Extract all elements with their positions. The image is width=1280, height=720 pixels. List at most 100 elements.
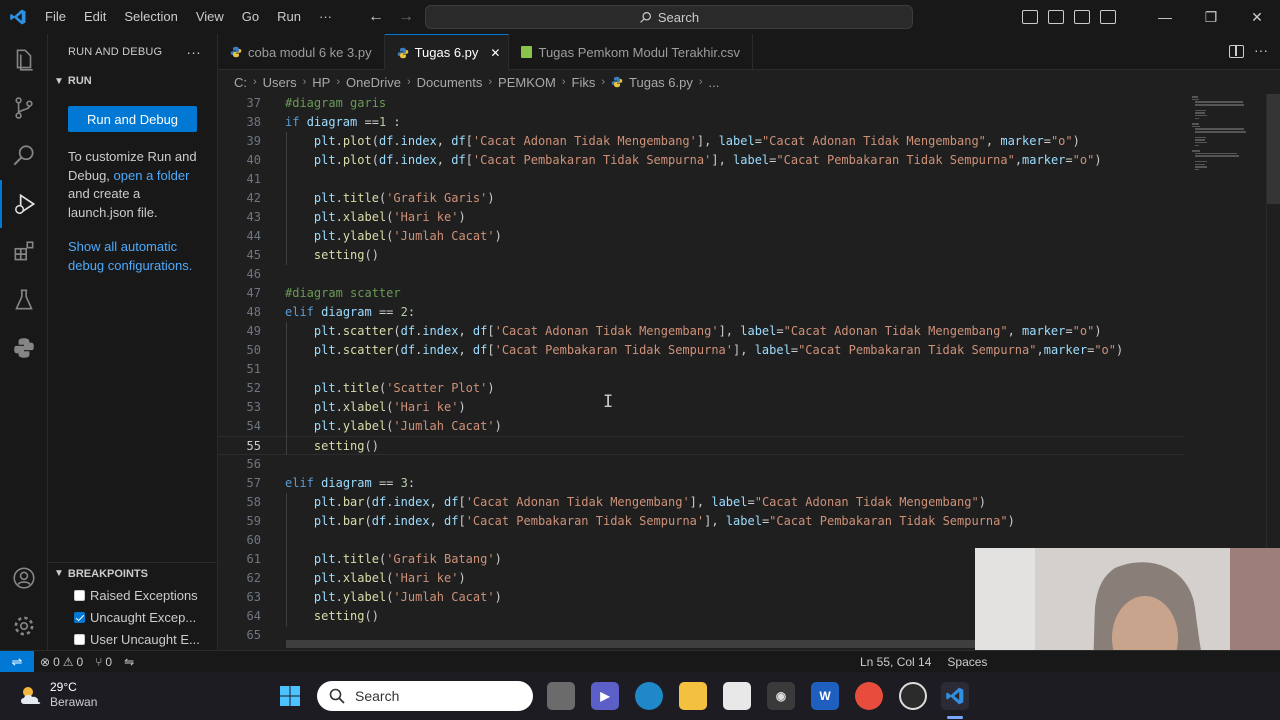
minimize-icon[interactable]: — bbox=[1142, 0, 1188, 34]
code-line[interactable]: 57 elif diagram == 3: bbox=[218, 474, 1184, 493]
breadcrumb-item[interactable]: Users bbox=[263, 75, 297, 90]
code-line[interactable]: 47 #diagram scatter bbox=[218, 284, 1184, 303]
forward-arrow-icon[interactable]: → bbox=[398, 8, 414, 26]
chrome-icon[interactable] bbox=[855, 682, 883, 710]
sidebar-more-icon[interactable]: ··· bbox=[186, 44, 201, 60]
breadcrumb-item[interactable]: PEMKOM bbox=[498, 75, 556, 90]
code-line[interactable]: 40 plt.plot(df.index, df['Cacat Pembakar… bbox=[218, 151, 1184, 170]
word-icon[interactable]: W bbox=[811, 682, 839, 710]
taskbar-search[interactable]: Search bbox=[317, 681, 533, 711]
menu-more[interactable]: ··· bbox=[310, 0, 341, 34]
file-explorer-icon[interactable] bbox=[679, 682, 707, 710]
menu-file[interactable]: File bbox=[36, 0, 75, 34]
edge-icon[interactable] bbox=[635, 682, 663, 710]
teams-icon[interactable]: ▶ bbox=[591, 682, 619, 710]
checkbox[interactable] bbox=[74, 589, 85, 601]
code-line[interactable]: 55 setting() bbox=[218, 436, 1184, 455]
toggle-primary-sidebar-icon[interactable] bbox=[1022, 10, 1038, 24]
obs-icon[interactable] bbox=[899, 682, 927, 710]
code-line[interactable]: 43 plt.xlabel('Hari ke') bbox=[218, 208, 1184, 227]
code-line[interactable]: 53 plt.xlabel('Hari ke') bbox=[218, 398, 1184, 417]
breadcrumb-item[interactable]: Fiks bbox=[572, 75, 596, 90]
cursor-position[interactable]: Ln 55, Col 14 bbox=[860, 655, 931, 669]
checkbox-checked[interactable] bbox=[74, 611, 85, 623]
run-section-header[interactable]: ▼ RUN bbox=[48, 70, 217, 92]
python-icon[interactable] bbox=[0, 324, 48, 372]
menu-selection[interactable]: Selection bbox=[115, 0, 186, 34]
code-line[interactable]: 37 #diagram garis bbox=[218, 94, 1184, 113]
accounts-icon[interactable] bbox=[0, 554, 48, 602]
problems-indicator[interactable]: ⊗ 0 ⚠ 0 bbox=[34, 655, 89, 669]
breadcrumb-item[interactable]: OneDrive bbox=[346, 75, 401, 90]
code-line[interactable]: 54 plt.ylabel('Jumlah Cacat') bbox=[218, 417, 1184, 436]
code-line[interactable]: 38 if diagram ==1 : bbox=[218, 113, 1184, 132]
open-folder-link[interactable]: open a folder bbox=[114, 168, 190, 183]
menu-view[interactable]: View bbox=[187, 0, 233, 34]
code-line[interactable]: 50 plt.scatter(df.index, df['Cacat Pemba… bbox=[218, 341, 1184, 360]
breadcrumb-item[interactable]: Documents bbox=[417, 75, 483, 90]
testing-flask-icon[interactable] bbox=[0, 276, 48, 324]
indentation[interactable]: Spaces bbox=[947, 655, 987, 669]
checkbox[interactable] bbox=[74, 633, 85, 645]
breakpoint-raised-exceptions[interactable]: Raised Exceptions bbox=[74, 584, 198, 606]
restore-icon[interactable]: ❐ bbox=[1188, 0, 1234, 34]
code-line[interactable]: 51 bbox=[218, 360, 1184, 379]
breadcrumb-item[interactable]: C: bbox=[234, 75, 247, 90]
code-line[interactable]: 49 plt.scatter(df.index, df['Cacat Adona… bbox=[218, 322, 1184, 341]
tab-coba-modul[interactable]: coba modul 6 ke 3.py bbox=[218, 34, 385, 70]
editor-more-icon[interactable]: ··· bbox=[1254, 42, 1268, 58]
weather-widget[interactable]: 29°C Berawan bbox=[18, 680, 97, 710]
remote-indicator-icon[interactable]: ⇌ bbox=[0, 650, 34, 673]
command-center-search[interactable]: Search bbox=[425, 5, 913, 29]
breadcrumb-item[interactable]: ... bbox=[709, 75, 720, 90]
breakpoints-section-header[interactable]: ▼ BREAKPOINTS bbox=[48, 562, 218, 584]
search-sidebar-icon[interactable] bbox=[0, 132, 48, 180]
tab-csv-file[interactable]: Tugas Pemkom Modul Terakhir.csv bbox=[509, 34, 754, 70]
minimap-line bbox=[1195, 104, 1245, 106]
tab-tugas-6[interactable]: Tugas 6.py ✕ bbox=[384, 34, 510, 70]
breakpoint-user-uncaught[interactable]: User Uncaught E... bbox=[74, 628, 200, 650]
code-line[interactable]: 44 plt.ylabel('Jumlah Cacat') bbox=[218, 227, 1184, 246]
extensions-icon[interactable] bbox=[0, 228, 48, 276]
toggle-secondary-sidebar-icon[interactable] bbox=[1074, 10, 1090, 24]
source-control-icon[interactable] bbox=[0, 84, 48, 132]
code-line[interactable]: 52 plt.title('Scatter Plot') bbox=[218, 379, 1184, 398]
back-arrow-icon[interactable]: ← bbox=[368, 8, 384, 26]
vscode-taskbar-icon[interactable] bbox=[941, 682, 969, 710]
ports-indicator[interactable]: ⑂ 0 bbox=[89, 655, 118, 669]
close-window-icon[interactable]: ✕ bbox=[1234, 0, 1280, 34]
breakpoint-uncaught-exceptions[interactable]: Uncaught Excep... bbox=[74, 606, 196, 628]
explorer-icon[interactable] bbox=[0, 36, 48, 84]
customize-layout-icon[interactable] bbox=[1100, 10, 1116, 24]
toggle-panel-icon[interactable] bbox=[1048, 10, 1064, 24]
microsoft-store-icon[interactable] bbox=[723, 682, 751, 710]
run-and-debug-icon[interactable] bbox=[0, 180, 48, 228]
scrollbar-thumb[interactable] bbox=[1267, 94, 1280, 204]
menu-go[interactable]: Go bbox=[233, 0, 268, 34]
code-line[interactable]: 46 bbox=[218, 265, 1184, 284]
code-line[interactable]: 59 plt.bar(df.index, df['Cacat Pembakara… bbox=[218, 512, 1184, 531]
menu-edit[interactable]: Edit bbox=[75, 0, 115, 34]
breadcrumb-item[interactable]: Tugas 6.py bbox=[629, 75, 693, 90]
debug-launch-icon[interactable]: ⇋ bbox=[118, 655, 140, 669]
csv-file-icon bbox=[521, 46, 533, 58]
indent-guide bbox=[286, 132, 287, 265]
code-line[interactable]: 39 plt.plot(df.index, df['Cacat Adonan T… bbox=[218, 132, 1184, 151]
windows-start-icon[interactable] bbox=[276, 682, 304, 710]
show-debug-configs-link[interactable]: Show all automatic debug configurations. bbox=[68, 238, 205, 275]
camera-icon[interactable]: ◉ bbox=[767, 682, 795, 710]
horizontal-scrollbar[interactable] bbox=[286, 640, 976, 648]
menu-run[interactable]: Run bbox=[268, 0, 310, 34]
code-line[interactable]: 48 elif diagram == 2: bbox=[218, 303, 1184, 322]
code-line[interactable]: 42 plt.title('Grafik Garis') bbox=[218, 189, 1184, 208]
code-line[interactable]: 56 bbox=[218, 455, 1184, 474]
task-view-icon[interactable] bbox=[547, 682, 575, 710]
code-line[interactable]: 58 plt.bar(df.index, df['Cacat Adonan Ti… bbox=[218, 493, 1184, 512]
breadcrumb-item[interactable]: HP bbox=[312, 75, 330, 90]
run-and-debug-button[interactable]: Run and Debug bbox=[68, 106, 197, 132]
close-tab-icon[interactable]: ✕ bbox=[490, 46, 500, 60]
settings-gear-icon[interactable] bbox=[0, 602, 48, 650]
code-line[interactable]: 41 bbox=[218, 170, 1184, 189]
code-line[interactable]: 45 setting() bbox=[218, 246, 1184, 265]
split-editor-icon[interactable] bbox=[1229, 45, 1244, 58]
